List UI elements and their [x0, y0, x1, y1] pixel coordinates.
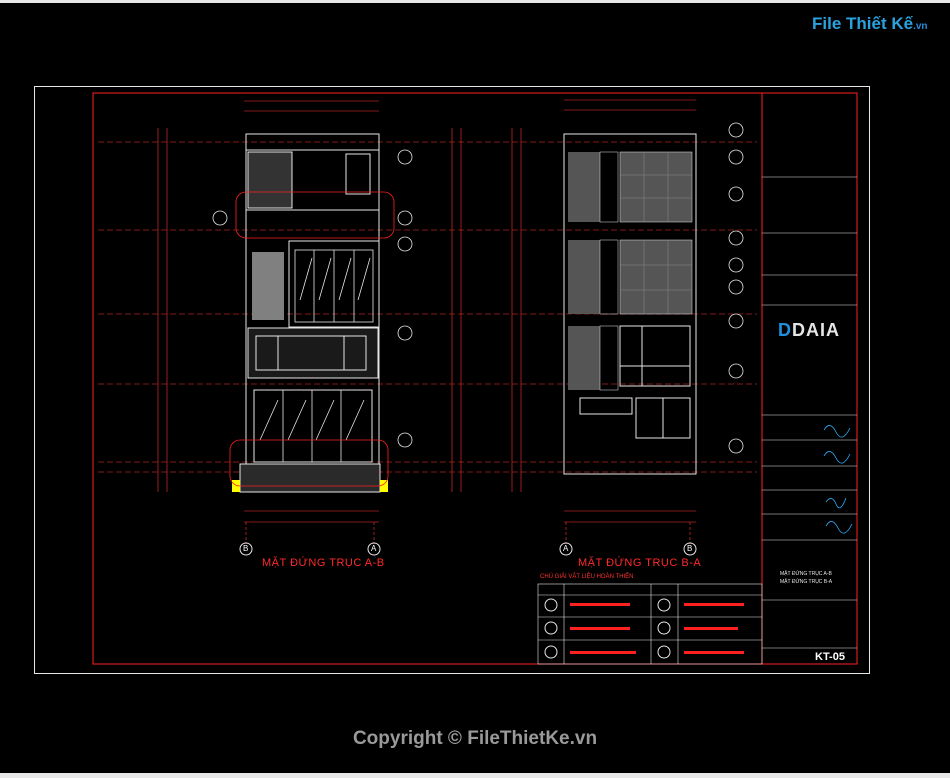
left-view-title: MẶT ĐỨNG TRỤC A-B — [262, 557, 385, 569]
left-elevation — [229, 100, 395, 556]
grid-label-right-1: A — [563, 544, 569, 553]
grid-label-left-1: B — [243, 544, 249, 553]
bottom-border — [0, 773, 950, 778]
signatures — [823, 425, 853, 534]
grid-label-right-2: B — [687, 544, 693, 553]
drawing-name-1: MẶT ĐỨNG TRỤC A-B — [780, 571, 832, 577]
sheet-code: KT-05 — [815, 651, 845, 663]
finish-table-title: CHÚ GIẢI VẬT LIỆU HOÀN THIỆN — [540, 574, 634, 580]
cad-drawing-canvas — [92, 92, 858, 665]
right-view-title: MẶT ĐỨNG TRỤC B-A — [578, 557, 702, 569]
finish-table-fills — [570, 603, 744, 654]
drawing-name-2: MẶT ĐỨNG TRỤC B-A — [780, 579, 833, 585]
grid-label-left-2: A — [371, 544, 377, 553]
copyright-watermark: Copyright © FileThietKe.vn — [352, 728, 598, 749]
company-logo: DDAIA — [778, 320, 840, 340]
title-block-lines — [762, 176, 857, 649]
company-name: DAIA — [792, 320, 840, 340]
right-elevation — [559, 99, 697, 556]
inner-frame — [92, 92, 858, 665]
left-dimension-lines — [157, 128, 522, 492]
